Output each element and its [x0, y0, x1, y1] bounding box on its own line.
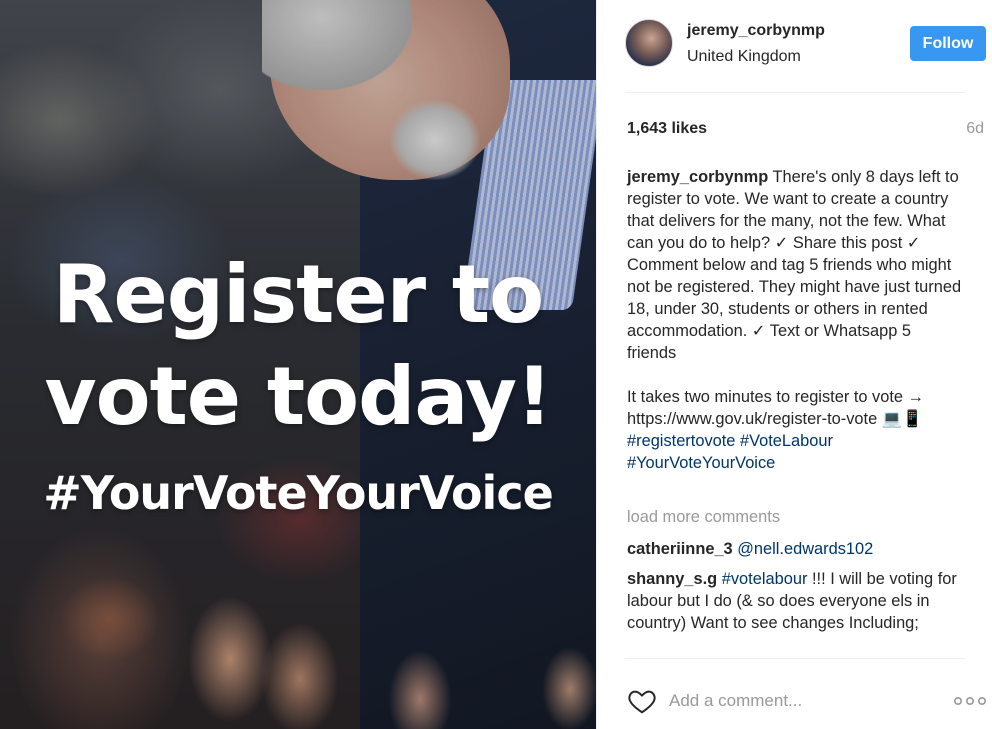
add-comment-input[interactable]: [669, 687, 929, 715]
comment-hashtag[interactable]: #votelabour: [722, 570, 808, 588]
overlay-headline-line2: vote today!: [44, 350, 552, 443]
overlay-headline-line1: Register to: [52, 248, 544, 341]
caption-username[interactable]: jeremy_corbynmp: [627, 168, 768, 186]
more-options-icon[interactable]: [953, 692, 987, 710]
caption-gap: [627, 364, 963, 386]
post-photo[interactable]: Register to vote today! #YourVoteYourVoi…: [0, 0, 596, 729]
caption: jeremy_corbynmp There's only 8 days left…: [627, 166, 963, 474]
avatar[interactable]: [625, 19, 673, 67]
post-side-panel: jeremy_corbynmp United Kingdom Follow 1,…: [596, 0, 992, 729]
comment-username[interactable]: catheriinne_3: [627, 540, 733, 558]
load-more-comments-link[interactable]: load more comments: [627, 508, 780, 527]
header-location[interactable]: United Kingdom: [687, 48, 801, 66]
follow-button[interactable]: Follow: [910, 26, 986, 61]
comment-footer: [597, 672, 992, 729]
overlay-hashtag: #YourVoteYourVoice: [43, 466, 554, 520]
divider: [625, 658, 965, 659]
caption-text-link: It takes two minutes to register to vote…: [627, 388, 924, 428]
comment-username[interactable]: shanny_s.g: [627, 570, 717, 588]
likes-count[interactable]: 1,643 likes: [627, 120, 707, 138]
comment-item: shanny_s.g #votelabour !!! I will be vot…: [627, 568, 963, 634]
heart-icon[interactable]: [627, 686, 657, 716]
post-age[interactable]: 6d: [966, 120, 984, 138]
post-header: jeremy_corbynmp United Kingdom Follow: [597, 0, 992, 92]
caption-hashtag-yourvoteyourvoice[interactable]: #YourVoteYourVoice: [627, 454, 775, 472]
caption-hashtag-votelabour[interactable]: #VoteLabour: [740, 432, 833, 450]
comment-item: catheriinne_3 @nell.edwards102: [627, 538, 963, 560]
divider: [625, 92, 965, 93]
comment-mention[interactable]: @nell.edwards102: [737, 540, 873, 558]
header-username[interactable]: jeremy_corbynmp: [687, 22, 825, 40]
caption-text: There's only 8 days left to register to …: [627, 168, 962, 362]
caption-hashtag-registertovote[interactable]: #registertovote: [627, 432, 735, 450]
